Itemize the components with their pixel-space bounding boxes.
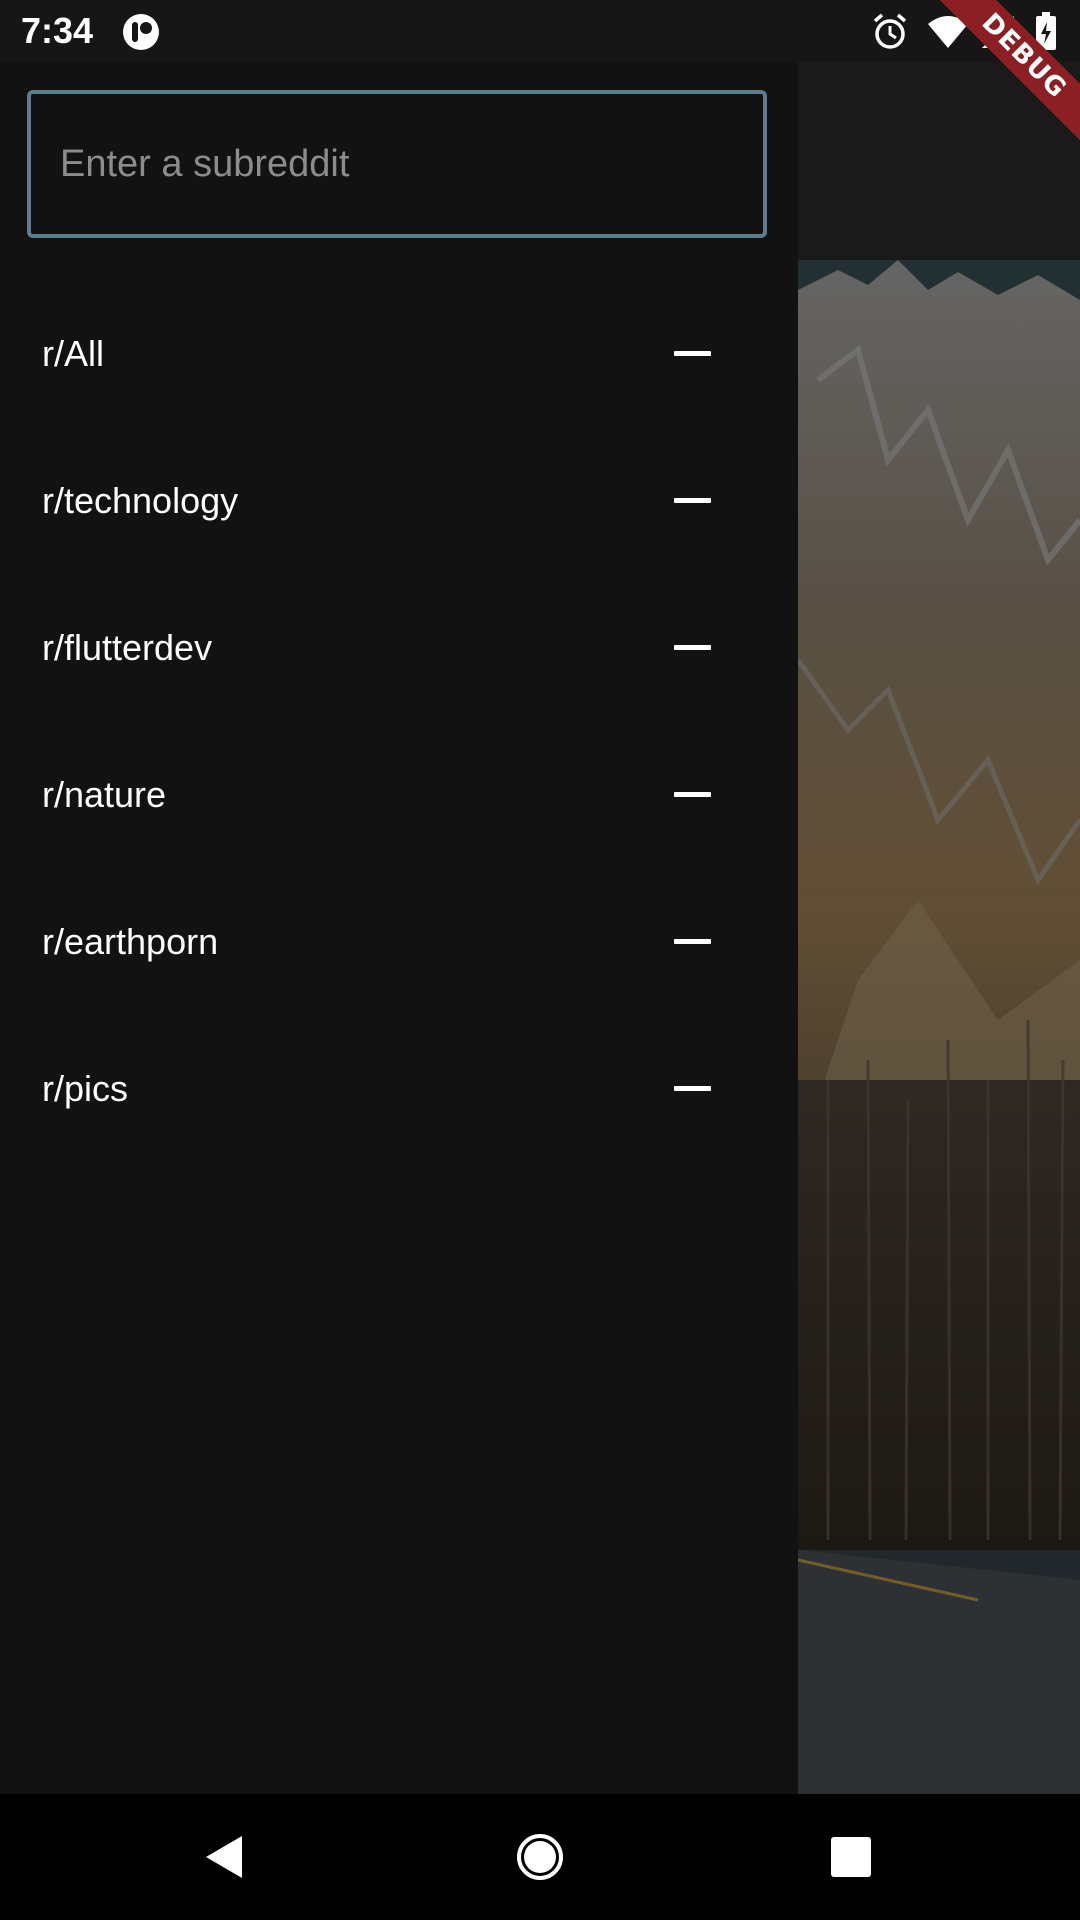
alarm-icon (873, 13, 907, 49)
remove-icon (674, 938, 711, 944)
remove-button[interactable] (658, 771, 726, 819)
remove-icon (674, 350, 711, 356)
system-navigation-bar (0, 1794, 1080, 1920)
status-bar: 7:34 (0, 0, 1080, 62)
status-time: 7:34 (21, 10, 94, 51)
subreddit-item-all[interactable]: r/All (0, 280, 798, 427)
subreddit-input[interactable] (31, 94, 763, 234)
subreddit-item-technology[interactable]: r/technology (0, 427, 798, 574)
remove-icon (674, 791, 711, 797)
recents-icon[interactable] (826, 1832, 876, 1882)
subreddit-item-flutterdev[interactable]: r/flutterdev (0, 574, 798, 721)
subreddit-label: r/flutterdev (42, 626, 213, 668)
post-image (798, 260, 1080, 1794)
subreddit-label: r/All (42, 332, 104, 374)
subreddit-list: r/All r/technology r/flutterdev r/nature… (0, 280, 798, 1162)
back-icon[interactable] (200, 1832, 250, 1882)
home-icon[interactable] (515, 1832, 565, 1882)
subreddit-label: r/pics (42, 1067, 129, 1109)
navigation-drawer: r/All r/technology r/flutterdev r/nature… (0, 62, 798, 1794)
subreddit-item-nature[interactable]: r/nature (0, 721, 798, 868)
remove-button[interactable] (658, 624, 726, 672)
remove-icon (674, 497, 711, 503)
remove-button[interactable] (658, 1065, 726, 1113)
remove-icon (674, 644, 711, 650)
subreddit-item-pics[interactable]: r/pics (0, 1015, 798, 1162)
subreddit-item-earthporn[interactable]: r/earthporn (0, 868, 798, 1015)
remove-button[interactable] (658, 330, 726, 378)
app-background (798, 36, 1080, 1794)
app-notification-icon (123, 14, 159, 50)
subreddit-label: r/nature (42, 773, 167, 815)
subreddit-search-box (27, 90, 767, 238)
remove-button[interactable] (658, 477, 726, 525)
subreddit-label: r/technology (42, 479, 239, 521)
subreddit-label: r/earthporn (42, 920, 219, 962)
remove-icon (674, 1085, 711, 1091)
remove-button[interactable] (658, 918, 726, 966)
